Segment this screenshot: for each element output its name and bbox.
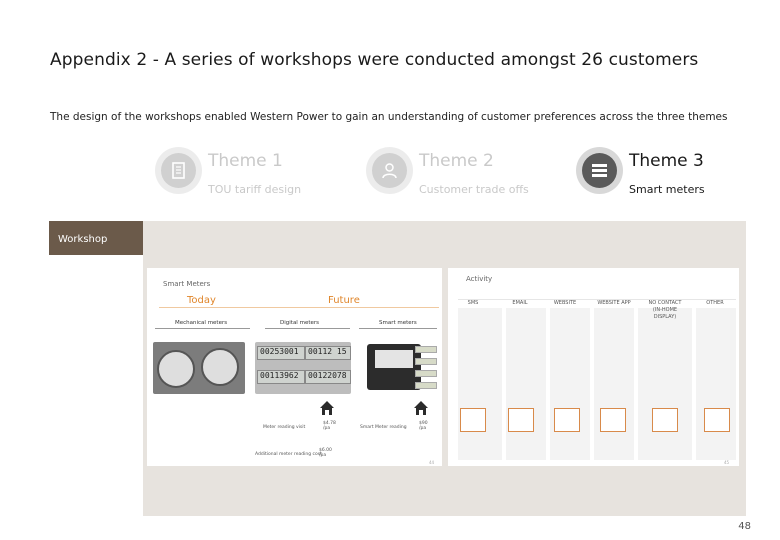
theme-2-badge [366, 147, 413, 194]
note-additional-cost: Additional meter reading cost [255, 452, 322, 457]
slide2-number: 45 [724, 460, 730, 465]
activity-box [554, 408, 580, 432]
label-digital: Digital meters [280, 320, 319, 326]
smart-meters-slide: Smart Meters Today Future Mechanical met… [147, 268, 442, 466]
label-line-3 [359, 328, 437, 329]
activity-col-website-app: WEBSITE APP [597, 300, 631, 306]
slide1-future-label: Future [328, 295, 360, 306]
callout [415, 346, 437, 353]
activity-column [638, 308, 692, 460]
theme-3-subtitle: Smart meters [629, 183, 705, 196]
label-line-2 [265, 328, 350, 329]
price-1: $4.78 /pa [323, 421, 336, 431]
theme-3-title: Theme 3 [629, 151, 704, 171]
activity-column [506, 308, 546, 460]
house-icon [414, 401, 428, 415]
callout [415, 370, 437, 377]
activity-col-no-contact: NO CONTACT (IN-HOME DISPLAY) [648, 300, 682, 320]
theme-1-subtitle: TOU tariff design [208, 183, 302, 196]
list-icon [592, 164, 607, 177]
theme-1-title: Theme 1 [208, 151, 283, 171]
activity-slide: Activity SMS EMAIL WEBSITE WEBSITE APP N… [448, 268, 739, 466]
activity-col-other: OTHER [706, 300, 724, 306]
smart-meter-image [367, 344, 421, 390]
digital-meter-photo: 00253001 00112 15 00113962 00122078 [255, 342, 351, 394]
note-meter-reading: Meter reading visit [263, 425, 306, 430]
theme-3-badge [576, 147, 623, 194]
activity-box [460, 408, 486, 432]
slide1-divider [159, 307, 439, 308]
slide1-heading: Smart Meters [163, 280, 211, 288]
meter-dial [201, 348, 239, 386]
lcd-display: 00113962 [257, 370, 305, 384]
house-icon [320, 401, 334, 415]
activity-column [550, 308, 590, 460]
slide1-number: 44 [429, 460, 435, 465]
person-icon [382, 163, 397, 179]
label-smart: Smart meters [379, 320, 417, 326]
callout [415, 358, 437, 365]
activity-column [594, 308, 634, 460]
slide1-today-label: Today [187, 295, 216, 306]
page-number: 48 [738, 521, 751, 532]
lcd-display: 00122078 [305, 370, 351, 384]
note-smart-reading: Smart Meter reading [360, 425, 407, 430]
activity-box [704, 408, 730, 432]
slide2-heading: Activity [466, 275, 493, 283]
workshop-tab-label: Workshop [58, 234, 108, 245]
mechanical-meter-photo [153, 342, 245, 394]
activity-column [696, 308, 736, 460]
activity-col-website: WEBSITE [553, 300, 577, 306]
label-mechanical: Mechanical meters [175, 320, 228, 326]
theme-2-subtitle: Customer trade offs [419, 183, 529, 196]
activity-box [600, 408, 626, 432]
smart-meter-screen [375, 350, 413, 368]
callout [415, 382, 437, 389]
activity-box [652, 408, 678, 432]
meter-dial [157, 350, 195, 388]
lcd-display: 00253001 [257, 346, 305, 360]
price-3: $6.00 /pa [319, 448, 332, 458]
activity-column [458, 308, 502, 460]
page-subtitle: The design of the workshops enabled West… [50, 111, 728, 123]
theme-1-badge [155, 147, 202, 194]
document-icon [172, 162, 185, 179]
lcd-display: 00112 15 [305, 346, 351, 360]
activity-col-email: EMAIL [512, 300, 528, 306]
price-2: $90 /pa [419, 421, 428, 431]
activity-box [508, 408, 534, 432]
page-title: Appendix 2 - A series of workshops were … [50, 50, 699, 70]
theme-2-title: Theme 2 [419, 151, 494, 171]
activity-col-sms: SMS [467, 300, 479, 306]
label-line-1 [155, 328, 250, 329]
workshop-tab: Workshop [49, 221, 143, 255]
